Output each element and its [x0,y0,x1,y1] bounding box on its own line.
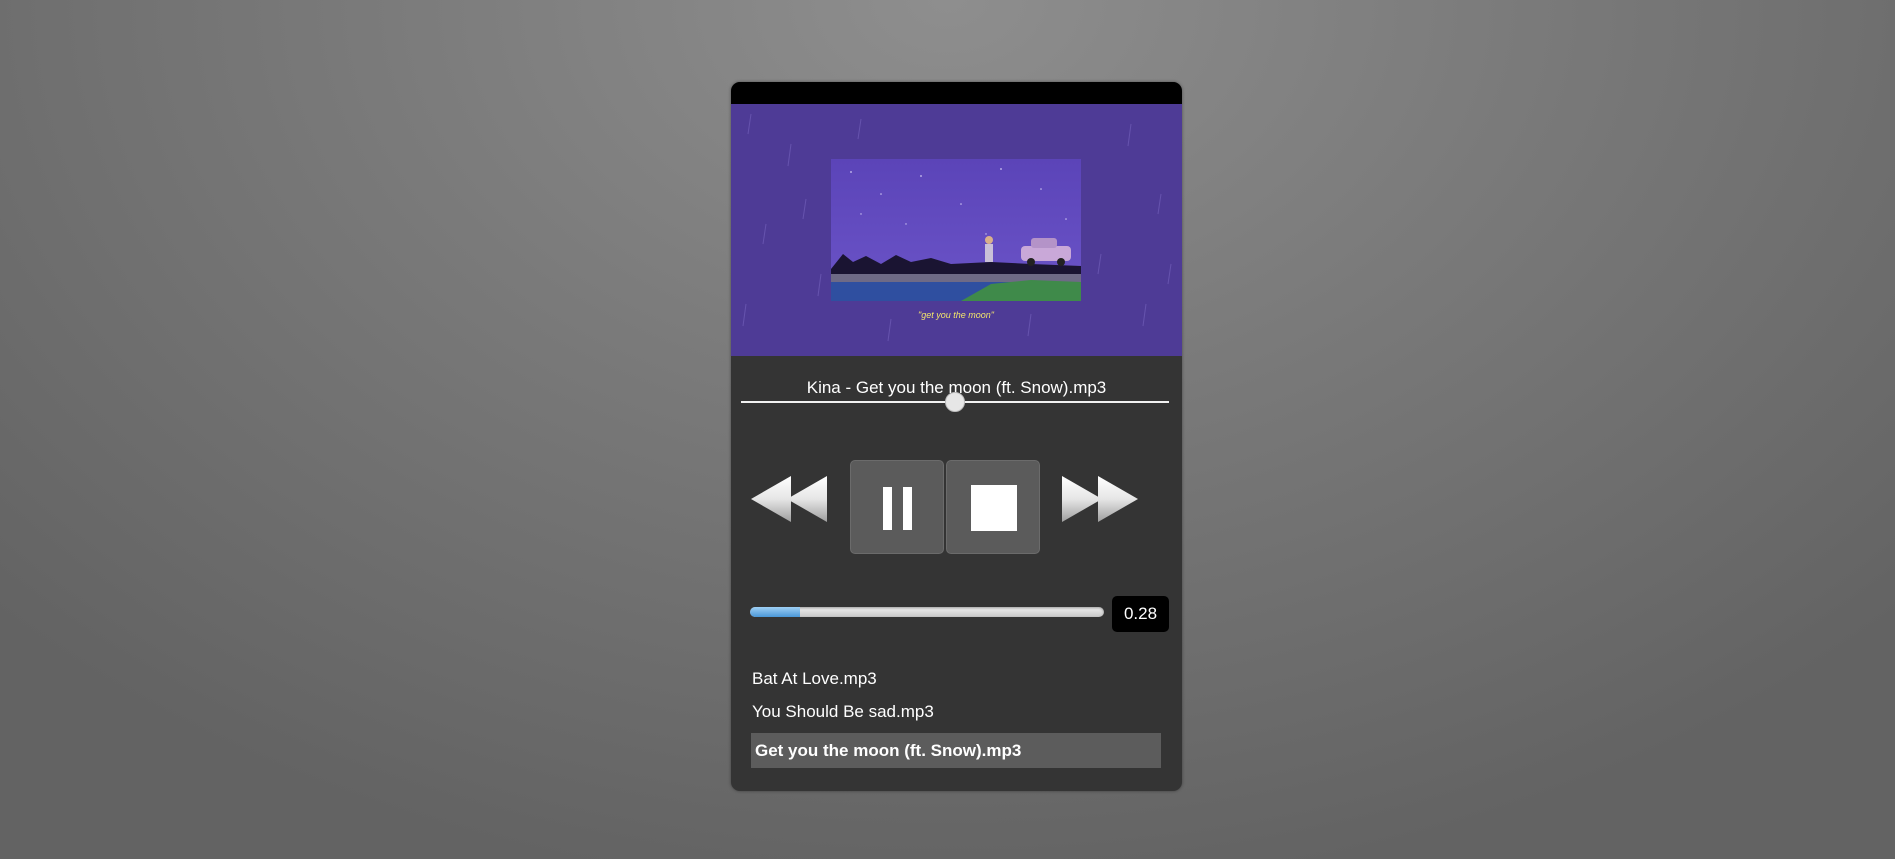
volume-slider[interactable] [750,607,1104,617]
playlist-item[interactable]: Bat At Love.mp3 [751,662,1161,695]
pause-icon [883,487,912,530]
next-button[interactable] [1062,474,1140,524]
stop-button[interactable] [946,460,1040,554]
playlist-item[interactable]: You Should Be sad.mp3 [751,695,1161,728]
volume-value: 0.28 [1112,596,1169,632]
player-top-bar [731,82,1182,104]
playlist-item-active[interactable]: Get you the moon (ft. Snow).mp3 [751,733,1161,768]
volume-fill [750,607,800,617]
music-player: "get you the moon" Kina - Get you the mo… [731,82,1182,791]
album-artwork: "get you the moon" [731,104,1182,356]
previous-button[interactable] [751,474,829,524]
previous-icon [751,476,827,522]
stop-icon [971,485,1017,531]
artwork-caption: "get you the moon" [918,310,995,320]
seek-thumb[interactable] [945,392,965,412]
playlist: Bat At Love.mp3 You Should Be sad.mp3 Ge… [751,662,1161,768]
next-icon [1062,476,1138,522]
pause-button[interactable] [850,460,944,554]
